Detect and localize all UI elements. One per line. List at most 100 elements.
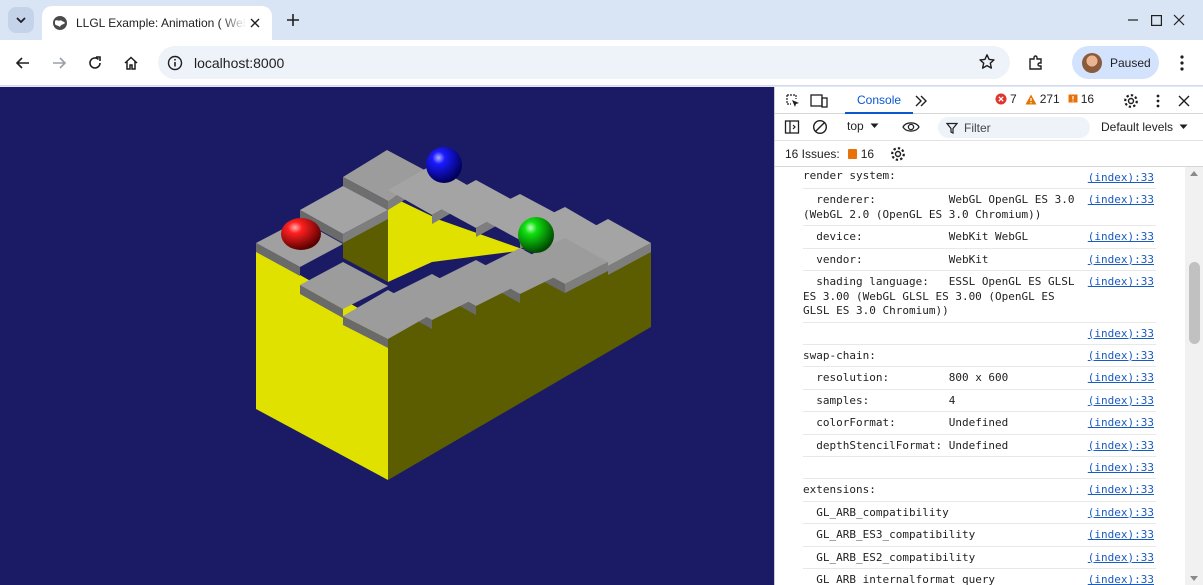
console-source-link[interactable]: (index):33 xyxy=(1088,506,1154,521)
console-message: GL_ARB_ES3_compatibility (index):33 xyxy=(803,524,1156,547)
console-scrollbar[interactable] xyxy=(1185,167,1203,585)
console-source-link[interactable]: (index):33 xyxy=(1088,193,1154,208)
scrollbar-thumb[interactable] xyxy=(1189,262,1200,344)
console-source-link[interactable]: (index):33 xyxy=(1088,573,1154,585)
console-message: vendor: WebKit (index):33 xyxy=(803,249,1156,271)
menu-button[interactable] xyxy=(1168,49,1196,77)
bookmark-star-icon[interactable] xyxy=(978,53,996,71)
console-source-link[interactable]: (index):33 xyxy=(1088,275,1154,290)
red-ball xyxy=(281,218,321,250)
warning-icon xyxy=(1025,94,1037,104)
extensions-button[interactable] xyxy=(1022,49,1050,77)
clear-console-icon[interactable] xyxy=(810,117,830,137)
console-message: shading language: ESSL OpenGL ES GLSL ES… xyxy=(803,271,1156,323)
tab-close-button[interactable] xyxy=(246,14,264,32)
issue-flag-icon xyxy=(1068,94,1078,102)
issue-flag-icon xyxy=(847,148,857,159)
console-source-link[interactable]: (index):33 xyxy=(1088,327,1154,342)
window-close-button[interactable] xyxy=(1156,0,1202,40)
green-ball xyxy=(518,217,554,253)
console-source-link[interactable]: (index):33 xyxy=(1088,171,1154,186)
error-count: 7 xyxy=(995,92,1017,106)
console-source-link[interactable]: (index):33 xyxy=(1088,394,1154,409)
tab-strip: LLGL Example: Animation ( WebGL ) xyxy=(0,0,1203,40)
arrow-left-icon xyxy=(15,57,29,69)
profile-status: Paused xyxy=(1110,55,1151,70)
devtools-panel: Console 7 271 16 top Filter Default leve… xyxy=(774,87,1203,585)
sidebar-toggle-icon[interactable] xyxy=(782,117,802,137)
profile-button[interactable]: Paused xyxy=(1072,46,1159,79)
console-source-link[interactable]: (index):33 xyxy=(1088,483,1154,498)
console-message: render system: (index):33 xyxy=(803,167,1156,189)
back-button[interactable] xyxy=(9,49,37,77)
console-message: extensions: (index):33 xyxy=(803,479,1156,502)
console-message: device: WebKit WebGL (index):33 xyxy=(803,226,1156,249)
console-message: (index):33 xyxy=(803,323,1156,345)
animation-scene xyxy=(256,147,651,480)
console-message: renderer: WebGL OpenGL ES 3.0 (WebGL 2.0… xyxy=(803,189,1156,226)
filter-icon xyxy=(946,122,958,134)
warning-count: 271 xyxy=(1025,92,1060,106)
console-source-link[interactable]: (index):33 xyxy=(1088,349,1154,364)
tab-search-button[interactable] xyxy=(8,7,34,33)
address-bar[interactable]: localhost:8000 xyxy=(158,46,1010,79)
console-source-link[interactable]: (index):33 xyxy=(1088,528,1154,543)
console-messages: render system: (index):33 renderer: WebGL… xyxy=(775,167,1185,585)
console-source-link[interactable]: (index):33 xyxy=(1088,230,1154,245)
console-message: GL_ARB_ES2_compatibility (index):33 xyxy=(803,547,1156,569)
filter-input[interactable] xyxy=(964,120,1074,135)
error-icon xyxy=(995,93,1007,105)
console-source-link[interactable]: (index):33 xyxy=(1088,416,1154,431)
console-source-link[interactable]: (index):33 xyxy=(1088,371,1154,386)
console-filter[interactable] xyxy=(938,117,1090,138)
issues-settings-gear-icon[interactable] xyxy=(888,144,908,164)
inspect-element-icon[interactable] xyxy=(783,91,803,111)
console-message: swap-chain: (index):33 xyxy=(803,345,1156,367)
webgl-canvas[interactable] xyxy=(0,87,774,585)
forward-button[interactable] xyxy=(45,49,73,77)
puzzle-icon xyxy=(1029,55,1042,70)
console-source-link[interactable]: (index):33 xyxy=(1088,253,1154,268)
url-text: localhost:8000 xyxy=(194,54,285,71)
new-tab-button[interactable] xyxy=(282,9,304,31)
globe-icon xyxy=(53,16,67,30)
console-source-link[interactable]: (index):33 xyxy=(1088,551,1154,566)
arrow-right-icon xyxy=(53,57,67,69)
console-source-link[interactable]: (index):33 xyxy=(1088,461,1154,476)
console-filter-bar: top Default levels xyxy=(775,114,1203,141)
devtools-menu-icon[interactable] xyxy=(1148,91,1168,111)
tab-console[interactable]: Console xyxy=(845,87,914,114)
issues-label: 16 Issues: xyxy=(785,146,840,161)
console-message: GL_ARB_compatibility (index):33 xyxy=(803,502,1156,524)
settings-gear-icon[interactable] xyxy=(1121,91,1141,111)
home-button[interactable] xyxy=(117,49,145,77)
plus-icon xyxy=(287,14,299,26)
browser-toolbar: localhost:8000 Paused xyxy=(0,40,1203,86)
console-message: samples: 4 (index):33 xyxy=(803,390,1156,412)
console-message: colorFormat: Undefined (index):33 xyxy=(803,412,1156,435)
browser-tab[interactable]: LLGL Example: Animation ( WebGL ) xyxy=(42,6,272,40)
message-counts[interactable]: 7 271 16 xyxy=(995,92,1102,106)
log-levels-select[interactable]: Default levels xyxy=(1101,120,1188,134)
close-icon xyxy=(250,18,260,28)
reload-button[interactable] xyxy=(81,49,109,77)
tab-title: LLGL Example: Animation ( WebGL ) xyxy=(76,16,246,30)
issues-count: 16 xyxy=(1068,92,1094,106)
console-source-link[interactable]: (index):33 xyxy=(1088,439,1154,454)
console-message: (index):33 xyxy=(803,457,1156,479)
site-info-icon[interactable] xyxy=(166,54,184,72)
console-message: GL_ARB_internalformat_query (index):33 xyxy=(803,569,1156,585)
console-message: depthStencilFormat: Undefined (index):33 xyxy=(803,435,1156,457)
console-message: resolution: 800 x 600 (index):33 xyxy=(803,367,1156,390)
eye-icon[interactable] xyxy=(901,117,921,137)
chevron-down-icon xyxy=(16,17,26,23)
issues-bar[interactable]: 16 Issues: 16 xyxy=(775,141,1203,167)
context-select[interactable]: top xyxy=(847,119,879,133)
device-toolbar-icon[interactable] xyxy=(809,91,829,111)
close-devtools-icon[interactable] xyxy=(1174,91,1194,111)
dropdown-arrow-icon xyxy=(1179,124,1188,129)
devtools-tabbar: Console 7 271 16 xyxy=(775,87,1203,114)
scroll-up-arrow-icon[interactable] xyxy=(1190,171,1198,176)
more-tabs-icon[interactable] xyxy=(911,91,931,111)
scroll-down-arrow-icon[interactable] xyxy=(1190,576,1198,581)
